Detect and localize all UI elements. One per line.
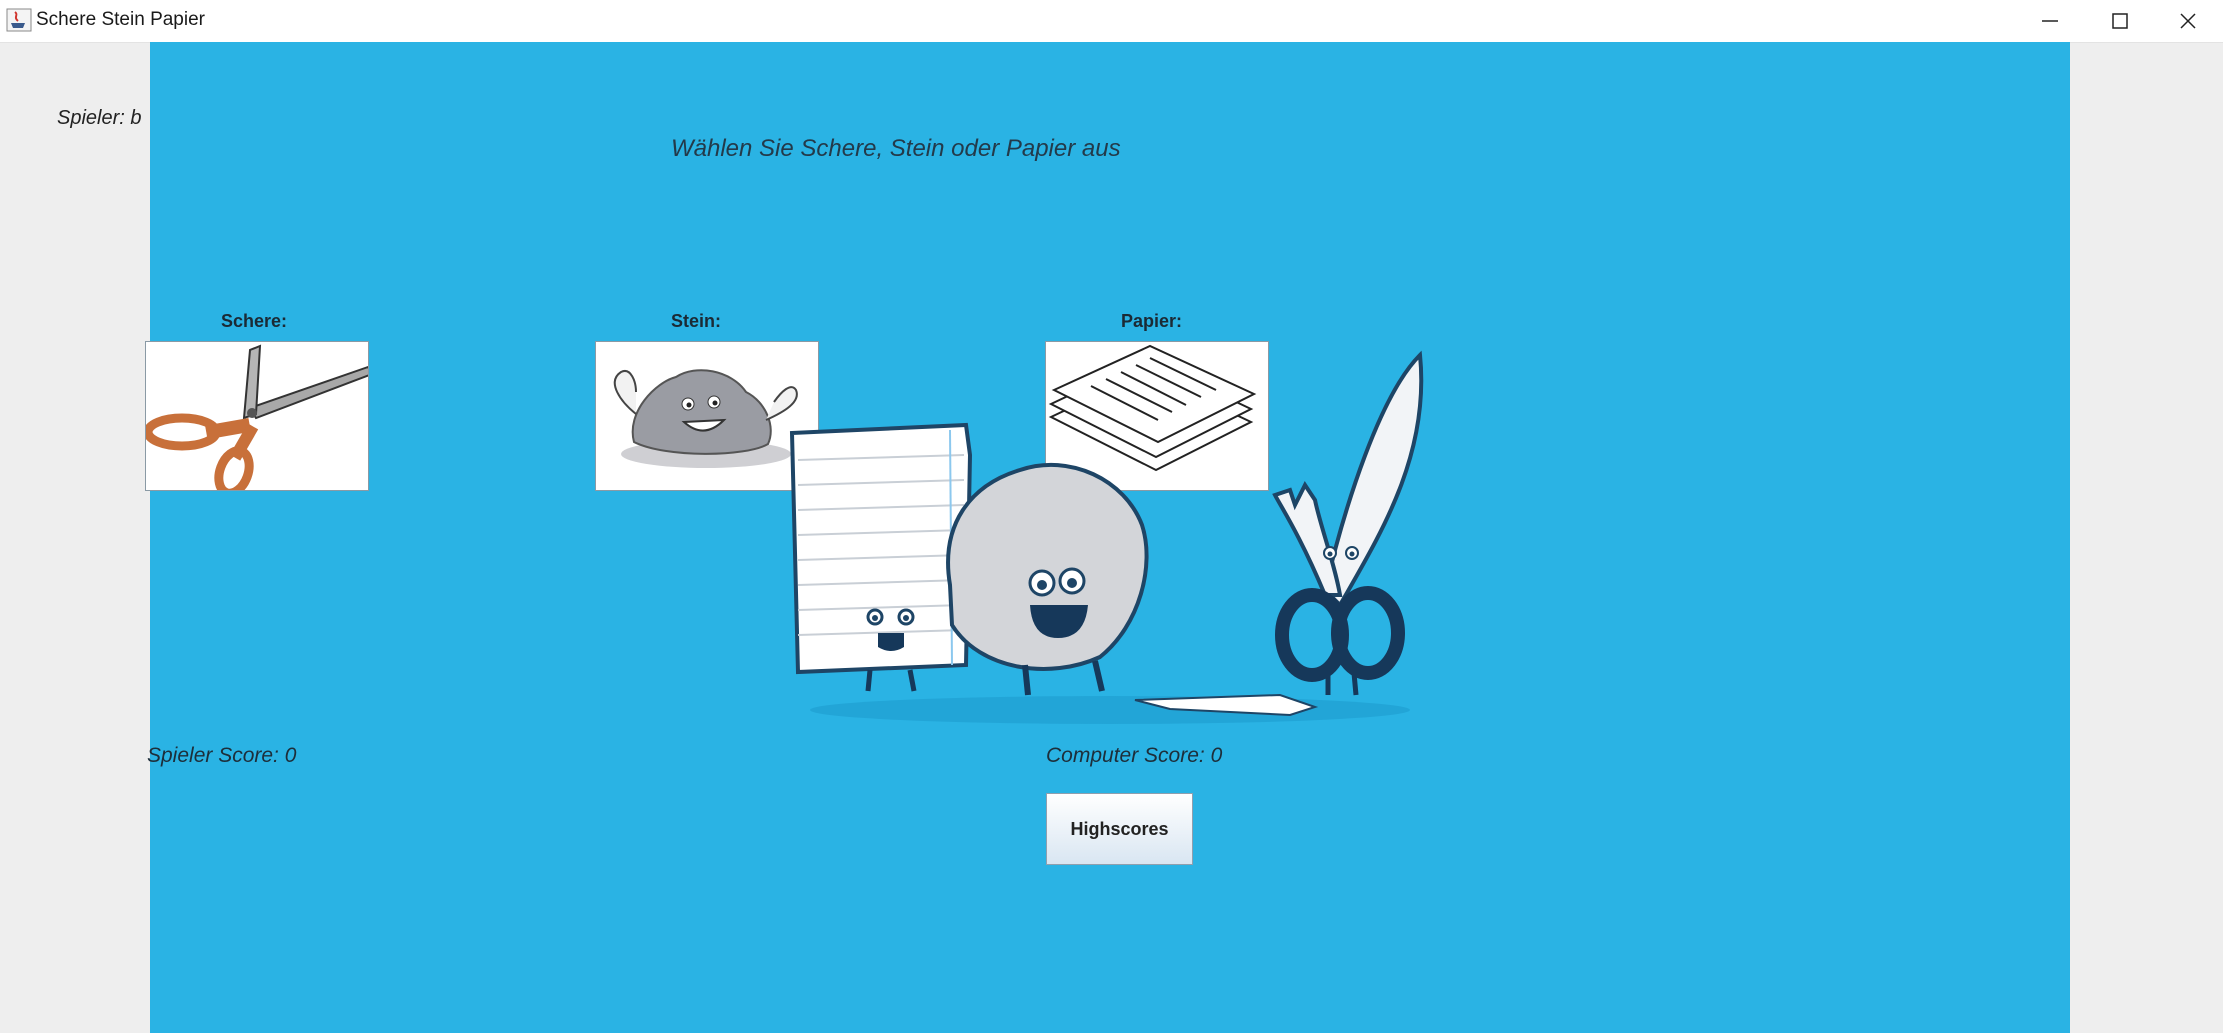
player-score: Spieler Score: 0 xyxy=(147,744,297,767)
close-button[interactable] xyxy=(2153,0,2223,42)
player-name-label: Spieler: b xyxy=(57,107,142,129)
scissors-button[interactable] xyxy=(145,341,369,491)
window-title: Schere Stein Papier xyxy=(36,9,205,30)
minimize-icon xyxy=(2042,20,2058,22)
scissors-icon xyxy=(146,342,368,490)
maximize-icon xyxy=(2112,13,2128,29)
computer-score: Computer Score: 0 xyxy=(1046,744,1223,767)
paper-label: Papier: xyxy=(1121,311,1183,331)
window-titlebar: Schere Stein Papier xyxy=(0,0,2223,43)
maximize-button[interactable] xyxy=(2085,0,2155,42)
scissors-label: Schere: xyxy=(221,311,288,331)
highscores-button[interactable]: Highscores xyxy=(1046,793,1193,865)
rock-label: Stein: xyxy=(671,311,722,331)
minimize-button[interactable] xyxy=(2015,0,2085,42)
mascots-illustration xyxy=(789,350,1424,724)
close-icon xyxy=(2180,13,2196,29)
instruction-text: Wählen Sie Schere, Stein oder Papier aus xyxy=(671,135,1121,162)
java-app-icon xyxy=(6,8,32,32)
